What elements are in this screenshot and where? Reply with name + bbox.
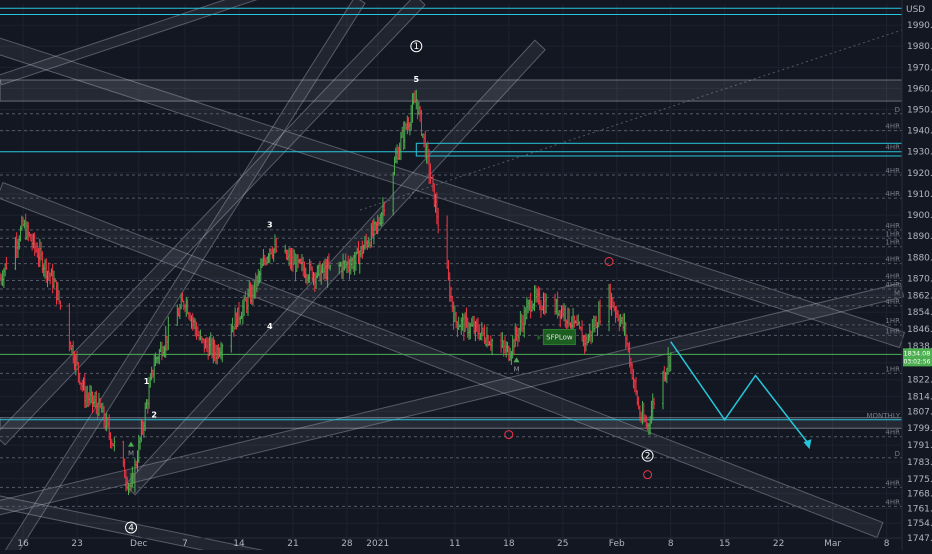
price-tick-label: 1990.00 bbox=[907, 21, 932, 31]
level-label: 4HR bbox=[885, 190, 900, 198]
time-tick-label: 16 bbox=[17, 539, 29, 549]
price-tick-label: 1930.00 bbox=[907, 148, 932, 158]
time-tick-label: 25 bbox=[557, 539, 568, 549]
price-tick-label: 1950.00 bbox=[907, 106, 932, 116]
wave-label: 3 bbox=[267, 221, 273, 230]
level-label: 4HR bbox=[885, 281, 900, 289]
time-tick-label: 23 bbox=[71, 539, 82, 549]
time-tick-label: 11 bbox=[449, 539, 460, 549]
wave-label: 2 bbox=[151, 411, 157, 420]
level-label: 4HR bbox=[885, 272, 900, 280]
wave-label: 1 bbox=[144, 377, 150, 386]
level-label: 1HR bbox=[885, 365, 900, 373]
price-tick-label: 1783.00 bbox=[907, 458, 932, 468]
level-label: 4HR bbox=[885, 222, 900, 230]
wave-label: 1 bbox=[413, 42, 419, 52]
price-tick-label: 1890.00 bbox=[907, 232, 932, 242]
price-zone bbox=[0, 79, 903, 102]
price-tick-label: 1799.00 bbox=[907, 424, 932, 434]
price-chart[interactable]: D4HR4HR4HR4HR4HR1HR1HR4HR4HR4HRM4HR1HR1H… bbox=[0, 0, 932, 554]
time-tick-label: 21 bbox=[287, 539, 298, 549]
price-tick-label: 1768.00 bbox=[907, 490, 932, 500]
price-tick-label: 1910.00 bbox=[907, 190, 932, 200]
level-label: 1HR bbox=[885, 239, 900, 247]
price-tag-value: 1834.08 bbox=[904, 349, 931, 357]
level-label: 4HR bbox=[885, 429, 900, 437]
level-label: 1HR bbox=[885, 230, 900, 238]
time-tick-label: Feb bbox=[609, 539, 625, 549]
price-tick-label: 1870.00 bbox=[907, 274, 932, 284]
wave-label: 5 bbox=[414, 75, 420, 84]
price-tick-label: 1791.00 bbox=[907, 441, 932, 451]
level-label: D bbox=[895, 450, 900, 458]
time-tick-label: 22 bbox=[773, 539, 784, 549]
time-tick-label: 7 bbox=[182, 539, 188, 549]
price-tag-countdown: 03:02:56 bbox=[904, 358, 931, 365]
time-tick-label: Dec bbox=[130, 539, 147, 549]
wave-label: 4 bbox=[267, 322, 273, 331]
level-label: 1HR bbox=[885, 327, 900, 335]
price-tick-label: 1970.00 bbox=[907, 63, 932, 73]
level-label: 4HR bbox=[885, 256, 900, 264]
level-label: 4HR bbox=[885, 144, 900, 152]
price-tick-label: 1960.00 bbox=[907, 84, 932, 94]
wave-label: 2 bbox=[645, 452, 651, 462]
level-label: M bbox=[894, 289, 900, 297]
time-tick-label: 8 bbox=[884, 539, 890, 549]
price-tick-label: 1761.00 bbox=[907, 504, 932, 514]
small-marker-label: M bbox=[514, 365, 520, 373]
wave-label: 4 bbox=[128, 523, 134, 533]
level-label: 4HR bbox=[885, 167, 900, 175]
level-label: 4HR bbox=[885, 479, 900, 487]
price-tick-label: 1980.00 bbox=[907, 42, 932, 52]
level-label: 4HR bbox=[885, 123, 900, 131]
price-tick-label: 1822.00 bbox=[907, 376, 932, 386]
level-label: 4HR bbox=[885, 298, 900, 306]
small-marker-label: M bbox=[128, 450, 134, 458]
price-tick-label: 1900.00 bbox=[907, 211, 932, 221]
time-tick-label: 8 bbox=[668, 539, 674, 549]
level-label: MONTHLY bbox=[866, 412, 900, 420]
currency-label: USD bbox=[906, 5, 925, 15]
price-tick-label: 1747.00 bbox=[907, 534, 932, 544]
price-zone bbox=[0, 417, 903, 429]
time-tick-label: 15 bbox=[719, 539, 730, 549]
price-tick-label: 1920.00 bbox=[907, 169, 932, 179]
price-tick-label: 1854.00 bbox=[907, 308, 932, 318]
price-tick-label: 1940.00 bbox=[907, 127, 932, 137]
price-tick-label: 1880.00 bbox=[907, 253, 932, 263]
time-tick-label: 2021 bbox=[366, 539, 389, 549]
price-tick-label: 1807.00 bbox=[907, 407, 932, 417]
level-label: 1HR bbox=[885, 317, 900, 325]
time-tick-label: 28 bbox=[341, 539, 353, 549]
price-tick-label: 1775.00 bbox=[907, 475, 932, 485]
signal-label: SFPLow bbox=[546, 333, 573, 341]
level-label: D bbox=[895, 106, 900, 114]
level-label: 4HR bbox=[885, 498, 900, 506]
time-tick-label: 18 bbox=[503, 539, 515, 549]
chart-root: D 4HR 4HR 4HR 4HR 4HR 1HR 1HR 4HR 4HR 4HR M 4HR 1HR 1H… bbox=[0, 0, 932, 554]
price-tick-label: 1754.00 bbox=[907, 519, 932, 529]
price-tick-label: 1862.00 bbox=[907, 291, 932, 301]
time-tick-label: 14 bbox=[233, 539, 245, 549]
price-tick-label: 1814.00 bbox=[907, 393, 932, 403]
time-tick-label: Mar bbox=[824, 539, 841, 549]
price-tick-label: 1846.00 bbox=[907, 325, 932, 335]
